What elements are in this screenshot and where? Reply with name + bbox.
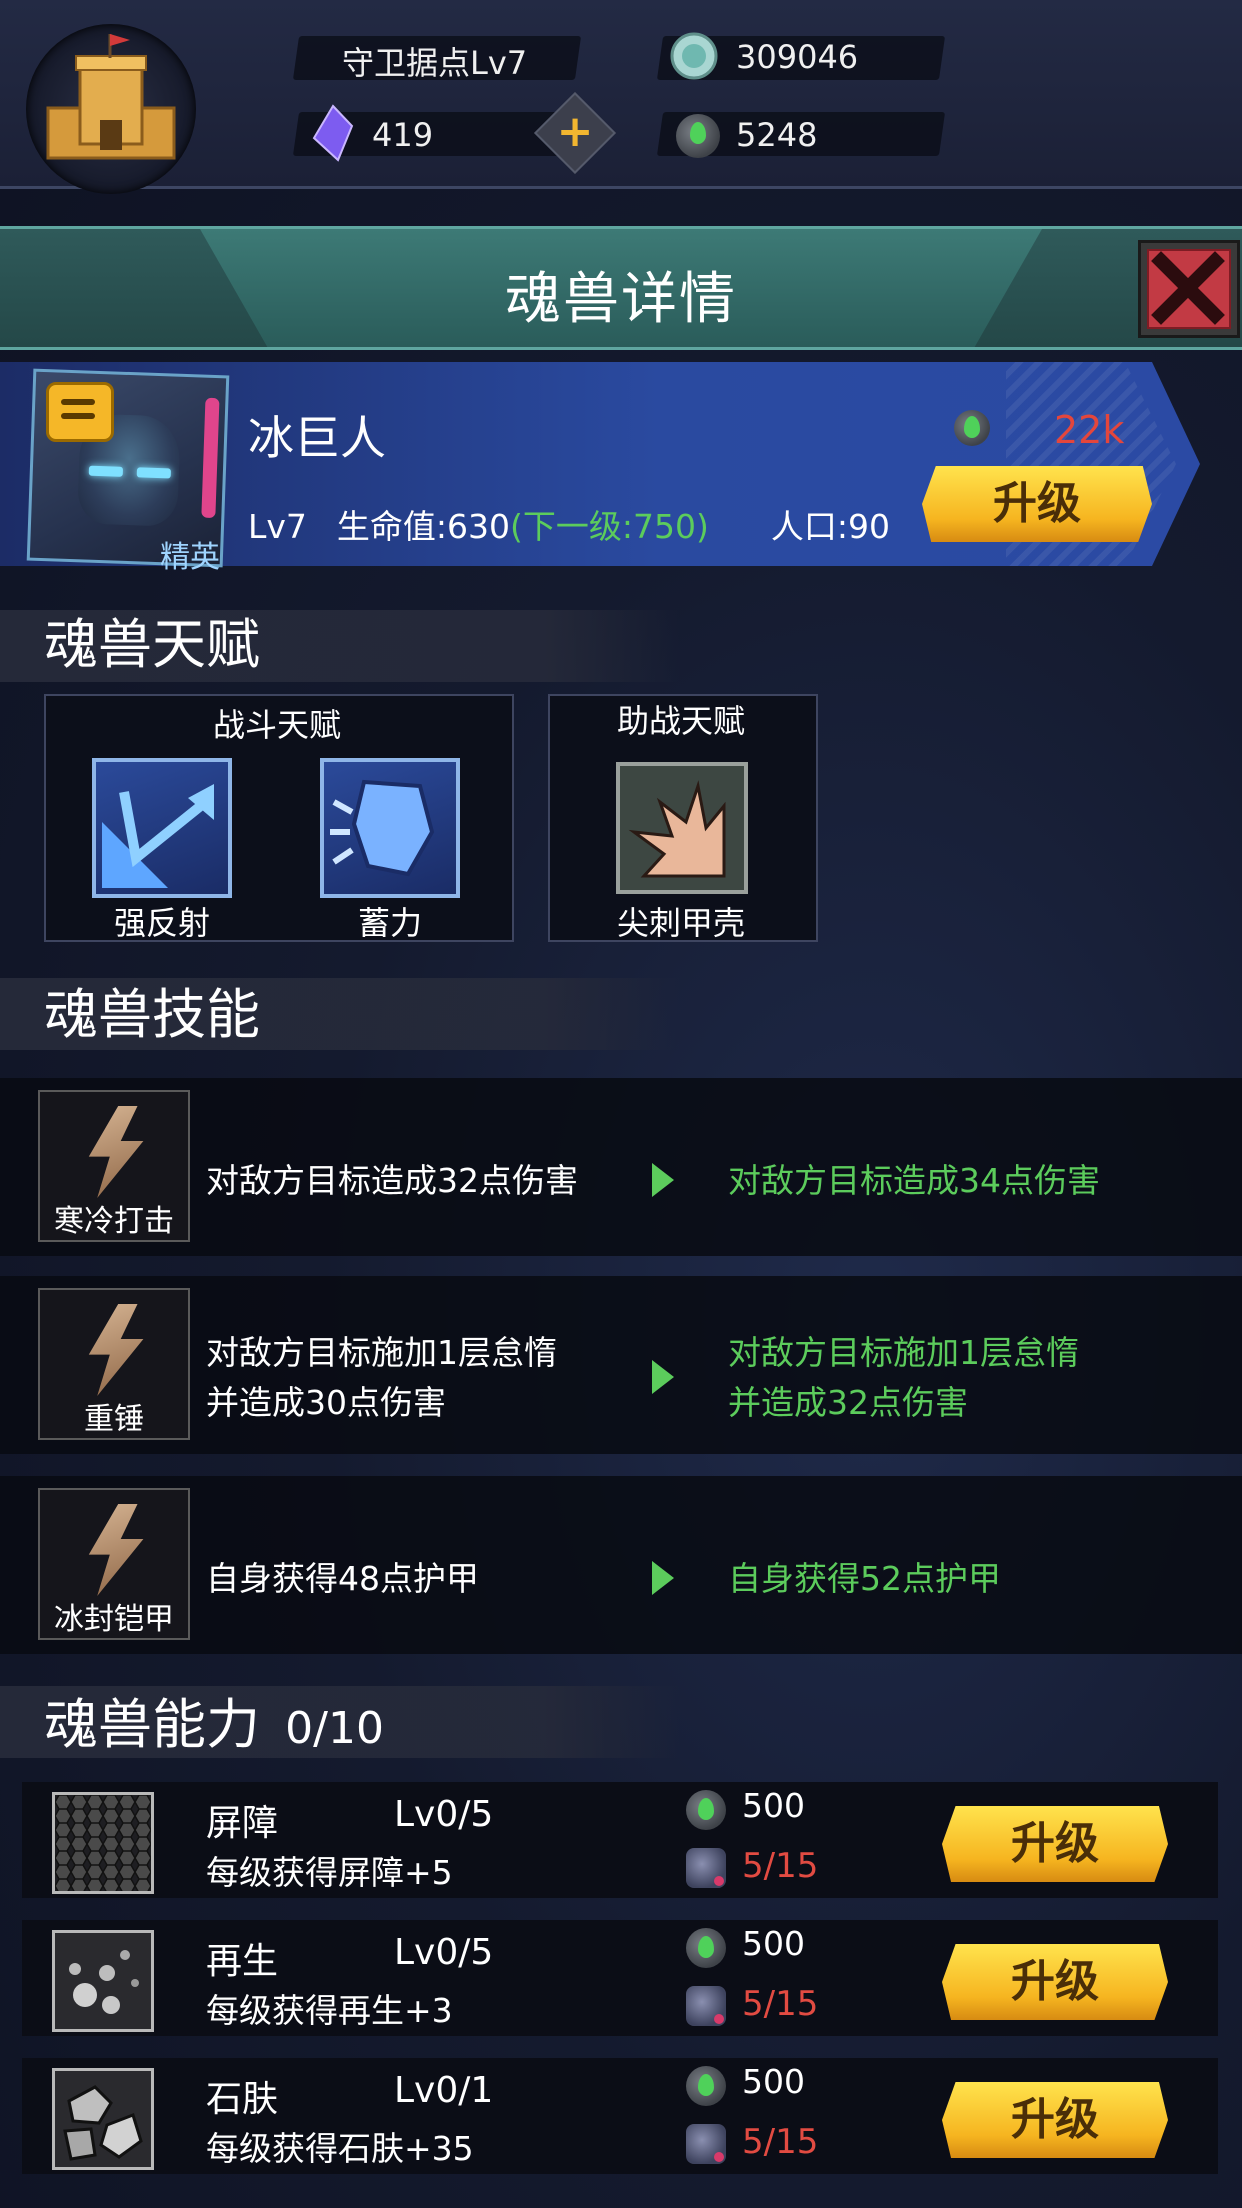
fragment-icon xyxy=(686,2124,726,2164)
skill-next-text: 对敌方目标施加1层怠惰 并造成32点伤害 xyxy=(728,1333,1079,1422)
ability-level: Lv0/5 xyxy=(394,1932,494,1973)
coin-icon xyxy=(670,32,718,80)
ability-upgrade-button[interactable]: 升级 xyxy=(942,2082,1168,2158)
monster-hp-next: (下一级:750) xyxy=(510,507,709,546)
soulstone-icon xyxy=(954,410,990,446)
talent-label: 尖刺甲壳 xyxy=(616,904,745,942)
fist-icon[interactable] xyxy=(320,758,460,898)
monster-name: 冰巨人 xyxy=(248,411,386,465)
soulstone-amount: 5248 xyxy=(736,116,818,154)
ability-name: 屏障 xyxy=(206,1803,279,1844)
ability-fragments: 5/15 xyxy=(742,2122,819,2162)
ability-level: Lv0/5 xyxy=(394,1794,494,1835)
ability-level: Lv0/1 xyxy=(394,2070,494,2111)
ability-fragments: 5/15 xyxy=(742,1846,819,1886)
chat-icon[interactable] xyxy=(46,382,114,442)
fragment-icon xyxy=(686,1848,726,1888)
upgrade-cost: 22k xyxy=(1054,408,1125,452)
stone-skin-icon xyxy=(52,2068,154,2170)
arrow-right-icon xyxy=(652,1561,674,1595)
talent-label: 强反射 xyxy=(113,904,210,942)
skill-name: 重锤 xyxy=(84,1402,144,1437)
arrow-right-icon xyxy=(652,1360,674,1394)
skill-section-title: 魂兽技能 xyxy=(44,983,260,1046)
coin-amount: 309046 xyxy=(736,38,859,76)
monster-stats: Lv7 生命值:630(下一级:750) 人口:90 xyxy=(248,500,890,548)
fort-avatar[interactable] xyxy=(26,24,196,194)
ability-progress: 0/10 xyxy=(285,1703,384,1754)
ability-fragments: 5/15 xyxy=(742,1984,819,2024)
reflect-arrow-icon[interactable] xyxy=(92,758,232,898)
monster-level: Lv7 xyxy=(248,507,307,546)
rank-tag: 精英 xyxy=(160,540,220,575)
skill-current-text: 自身获得48点护甲 xyxy=(206,1559,479,1598)
skill-name: 寒冷打击 xyxy=(54,1204,174,1239)
monster-population: 人口:90 xyxy=(770,507,890,546)
ability-desc: 每级获得屏障+5 xyxy=(206,1853,453,1892)
skill-next-text: 自身获得52点护甲 xyxy=(728,1559,1001,1598)
ability-desc: 每级获得再生+3 xyxy=(206,1991,453,2030)
ability-cost: 500 xyxy=(742,2062,805,2101)
arrow-right-icon xyxy=(652,1163,674,1197)
hex-barrier-icon xyxy=(52,1792,154,1894)
spike-shell-icon[interactable] xyxy=(616,762,748,894)
ability-name: 石肤 xyxy=(206,2079,279,2120)
ability-name: 再生 xyxy=(206,1941,279,1982)
ability-upgrade-button[interactable]: 升级 xyxy=(942,1806,1168,1882)
talent-section-title: 魂兽天赋 xyxy=(44,613,260,676)
soulstone-icon xyxy=(686,2066,726,2106)
ability-section-title: 魂兽能力 0/10 xyxy=(44,1693,384,1756)
fort-level-label: 守卫据点Lv7 xyxy=(342,44,528,82)
lightning-skill-icon[interactable]: 重锤 xyxy=(38,1288,190,1440)
ability-cost: 500 xyxy=(742,1786,805,1825)
close-button[interactable] xyxy=(1138,240,1240,338)
lightning-skill-icon[interactable]: 冰封铠甲 xyxy=(38,1488,190,1640)
support-talent-title: 助战天赋 xyxy=(616,702,745,740)
lightning-skill-icon[interactable]: 寒冷打击 xyxy=(38,1090,190,1242)
ability-cost: 500 xyxy=(742,1924,805,1963)
crystal-icon xyxy=(312,104,354,162)
skill-next-text: 对敌方目标造成34点伤害 xyxy=(728,1161,1100,1200)
skill-current-text: 对敌方目标施加1层怠惰 并造成30点伤害 xyxy=(206,1333,557,1422)
crystal-amount: 419 xyxy=(372,116,434,154)
soulstone-icon xyxy=(686,1928,726,1968)
soulstone-icon xyxy=(676,114,720,158)
fragment-icon xyxy=(686,1986,726,2026)
skill-name: 冰封铠甲 xyxy=(54,1602,174,1637)
upgrade-button[interactable]: 升级 xyxy=(922,466,1152,542)
close-icon xyxy=(1151,251,1225,325)
monster-hp: 生命值:630 xyxy=(336,507,511,546)
combat-talent-title: 战斗天赋 xyxy=(212,706,341,744)
soulstone-icon xyxy=(686,1790,726,1830)
talent-label: 蓄力 xyxy=(357,904,422,942)
skill-current-text: 对敌方目标造成32点伤害 xyxy=(206,1161,578,1200)
ability-upgrade-button[interactable]: 升级 xyxy=(942,1944,1168,2020)
page-title: 魂兽详情 xyxy=(505,267,737,332)
castle-icon xyxy=(46,34,176,160)
plus-icon: + xyxy=(556,106,594,157)
regen-dots-icon xyxy=(52,1930,154,2032)
ability-desc: 每级获得石肤+35 xyxy=(206,2129,474,2168)
